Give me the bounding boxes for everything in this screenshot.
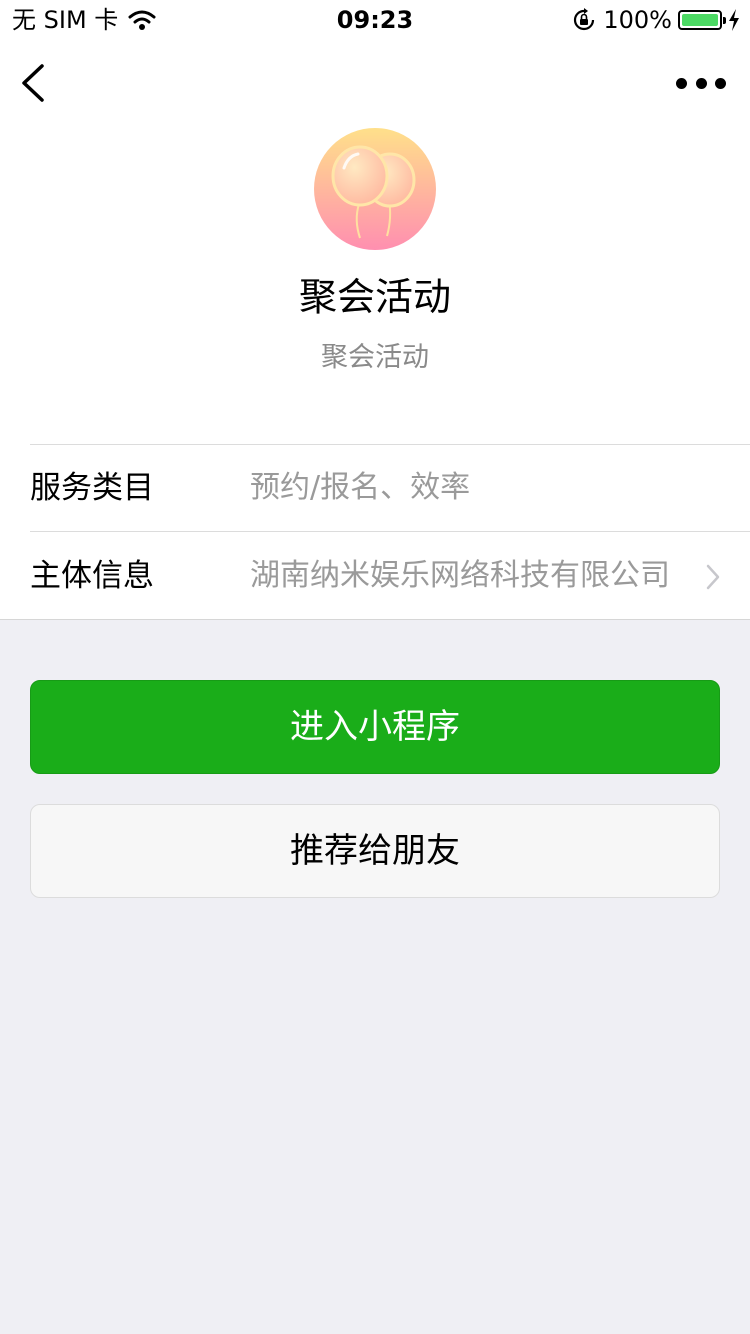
charging-bolt-icon bbox=[729, 9, 739, 31]
recommend-to-friend-button[interactable]: 推荐给朋友 bbox=[30, 804, 720, 898]
entity-info-label: 主体信息 bbox=[30, 558, 154, 594]
more-dot bbox=[715, 77, 726, 89]
chevron-right-icon bbox=[706, 564, 720, 590]
battery-icon bbox=[678, 10, 726, 30]
service-category-row: 服务类目 预约/报名、效率 bbox=[0, 444, 750, 532]
service-category-label: 服务类目 bbox=[30, 470, 154, 506]
app-avatar bbox=[314, 128, 436, 250]
panel-bottom-border bbox=[0, 619, 750, 620]
status-right: 100% bbox=[571, 6, 740, 34]
enter-mini-program-button[interactable]: 进入小程序 bbox=[30, 680, 720, 774]
battery-percent: 100% bbox=[603, 6, 672, 34]
more-dot bbox=[695, 77, 707, 89]
battery-nub bbox=[723, 17, 726, 24]
back-button[interactable] bbox=[14, 60, 54, 106]
mini-program-profile-page: 无 SIM 卡 09:23 100% 聚会活动 聚会活动 服务类目 预约/报名、… bbox=[0, 0, 750, 1334]
status-bar: 无 SIM 卡 09:23 100% bbox=[0, 0, 750, 40]
more-dot bbox=[676, 77, 687, 89]
app-description: 聚会活动 bbox=[321, 342, 429, 373]
chevron-left-icon bbox=[22, 64, 44, 102]
entity-info-row[interactable]: 主体信息 湖南纳米娱乐网络科技有限公司 bbox=[0, 532, 750, 620]
balloons-icon bbox=[314, 128, 436, 250]
profile-panel: 无 SIM 卡 09:23 100% 聚会活动 聚会活动 服务类目 预约/报名、… bbox=[0, 0, 750, 620]
service-category-value: 预约/报名、效率 bbox=[250, 470, 471, 505]
battery-level bbox=[682, 14, 718, 26]
orientation-lock-icon bbox=[574, 8, 595, 31]
more-button[interactable] bbox=[676, 70, 726, 96]
app-name: 聚会活动 bbox=[298, 275, 451, 319]
entity-info-value: 湖南纳米娱乐网络科技有限公司 bbox=[250, 558, 670, 593]
